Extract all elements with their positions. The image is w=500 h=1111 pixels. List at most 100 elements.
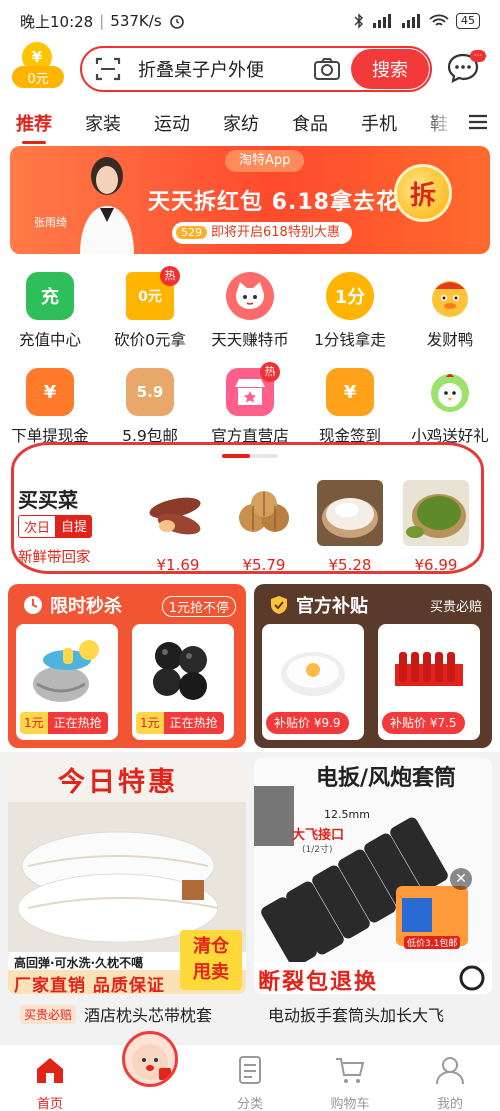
cashout-icon: ¥ xyxy=(26,368,74,416)
battery-indicator: 45 xyxy=(456,13,480,29)
store-icon: 热 xyxy=(226,362,280,416)
status-bar: 晚上10:28 | 537K/s 45 xyxy=(0,0,500,42)
flash-sale-item[interactable]: 1元 正在热抢 xyxy=(132,624,234,740)
menu-icon[interactable] xyxy=(466,110,490,134)
banner-area: 淘特App 张雨绮 天天拆红包 6.18拿去花 529 即将开启618特别大惠 拆 xyxy=(0,146,500,256)
camera-icon[interactable] xyxy=(313,57,341,81)
alarm-icon xyxy=(169,15,184,29)
red-packet-button[interactable]: 拆 xyxy=(394,164,452,222)
grid-item-free-shipping[interactable]: 5.9 5.9包邮 xyxy=(100,356,200,446)
tab-phone[interactable]: 手机 xyxy=(361,110,397,136)
coin-balance: 0元 xyxy=(12,66,64,88)
search-button[interactable]: 搜索 xyxy=(351,49,429,89)
annotation-circle xyxy=(11,442,484,574)
hot-badge: 热 xyxy=(260,362,280,382)
subsidy-badge: 补贴价 ¥7.5 xyxy=(382,712,465,734)
grid-item-recharge[interactable]: 充 充值中心 xyxy=(0,260,100,350)
nav-home[interactable]: 首页 xyxy=(10,1055,90,1111)
bluetooth-icon xyxy=(354,13,363,29)
promo-cards: 限时秒杀 1元抢不停 1元 正在热抢 1元 正在热抢 官方补贴 买贵必赔 补贴价 ¥… xyxy=(0,582,500,752)
banner-subline: 529 即将开启618特别大惠 xyxy=(172,222,352,244)
bottom-nav: 首页 分类 购物车 我的 xyxy=(0,1031,500,1111)
search-header: ¥ 0元 折叠桌子户外便 搜索 ··· xyxy=(0,42,500,100)
subsidy-badge: 补贴价 ¥9.9 xyxy=(266,712,349,734)
flash-sale-subtitle: 1元抢不停 xyxy=(161,596,236,617)
banner-app-tag: 淘特App xyxy=(225,150,305,172)
steel-wool-image xyxy=(153,642,207,700)
product-feed: 今日特惠 高回弹·可水洗·久枕不噶 厂家直销 品质保证 清仓 甩卖 电扳/风炮套筒… xyxy=(0,752,500,1044)
product-title-socket[interactable]: 电动扳手套筒头加长大飞 xyxy=(268,1002,444,1026)
product-card-socket[interactable]: 电扳/风炮套筒 12.5mm 大飞接口 (1/2寸) 低价3.1包邮 ✕ 断裂包… xyxy=(254,758,492,994)
recharge-icon: 充 xyxy=(26,272,74,320)
ad-label: 低价3.1包邮 xyxy=(404,936,461,949)
tab-sports[interactable]: 运动 xyxy=(154,110,190,136)
socket-spec: 大飞接口 xyxy=(292,828,345,843)
grid-label: 砍价0元拿 xyxy=(114,331,186,349)
product-title-pillow[interactable]: 买贵必赔 酒店枕头芯带枕套 xyxy=(20,1002,212,1026)
baby-avatar-icon xyxy=(132,1044,171,1080)
tab-textile[interactable]: 家纺 xyxy=(223,110,259,136)
search-input[interactable]: 折叠桌子户外便 xyxy=(138,56,313,82)
tab-food[interactable]: 食品 xyxy=(292,110,328,136)
pillow-caption-2: 厂家直销 品质保证 xyxy=(14,976,165,994)
bargain-icon: 0元热 xyxy=(126,266,180,320)
grid-item-bargain[interactable]: 0元热 砍价0元拿 xyxy=(100,260,200,350)
promo-banner[interactable]: 淘特App 张雨绮 天天拆红包 6.18拿去花 529 即将开启618特别大惠 拆 xyxy=(10,146,490,254)
grid-item-fortune-duck[interactable]: 发财鸭 xyxy=(400,260,500,350)
product-card-pillow[interactable]: 今日特惠 高回弹·可水洗·久枕不噶 厂家直销 品质保证 清仓 甩卖 xyxy=(8,758,246,994)
scan-icon[interactable] xyxy=(94,55,122,83)
flash-sale-card[interactable]: 限时秒杀 1元抢不停 1元 正在热抢 1元 正在热抢 xyxy=(8,584,246,748)
subsidy-item[interactable]: 补贴价 ¥9.9 xyxy=(262,624,364,740)
grid-item-chicken-gift[interactable]: 小鸡送好礼 xyxy=(400,356,500,446)
nav-category[interactable]: 分类 xyxy=(210,1055,290,1111)
celebrity-image xyxy=(80,157,134,254)
message-button[interactable]: ··· xyxy=(446,50,486,86)
nav-home-label: 首页 xyxy=(36,1097,63,1111)
home-icon xyxy=(37,1058,63,1083)
signal-icon-2 xyxy=(402,14,420,28)
grid-item-cash-signin[interactable]: ¥ 现金签到 xyxy=(300,356,400,446)
close-ad-button[interactable]: ✕ xyxy=(450,868,472,890)
flash-sale-badge: 1元 正在热抢 xyxy=(20,712,108,734)
flash-sale-title: 限时秒杀 xyxy=(22,592,122,618)
flash-sale-item[interactable]: 1元 正在热抢 xyxy=(16,624,118,740)
grid-item-official-store[interactable]: 热 官方直营店 xyxy=(200,356,300,446)
free-shipping-icon: 5.9 xyxy=(126,368,174,416)
nav-cart-label: 购物车 xyxy=(330,1097,370,1111)
subsidy-card[interactable]: 官方补贴 买贵必赔 补贴价 ¥9.9 补贴价 ¥7.5 xyxy=(254,584,492,748)
clock-icon xyxy=(24,596,42,614)
price-guarantee-badge: 买贵必赔 xyxy=(20,1005,77,1024)
search-bar[interactable]: 折叠桌子户外便 搜索 xyxy=(80,46,432,92)
nav-profile[interactable]: 我的 xyxy=(410,1055,490,1111)
banner-headline: 天天拆红包 6.18拿去花 xyxy=(148,190,399,215)
celebrity-name: 张雨绮 xyxy=(34,216,67,229)
nav-cart[interactable]: 购物车 xyxy=(310,1055,390,1111)
coin-entry[interactable]: ¥ 0元 xyxy=(8,42,68,94)
grocery-section[interactable]: 买买菜 次日 自提 新鲜带回家 ¥1.69 ¥5.79 ¥5.28 ¥6.99 xyxy=(0,442,500,582)
grid-item-earn-coins[interactable]: 天天赚特币 xyxy=(200,260,300,350)
cola-bottles-image xyxy=(395,652,463,686)
grid-label: 天天赚特币 xyxy=(211,331,289,349)
notification-dot: ··· xyxy=(470,50,486,62)
chicken-icon xyxy=(426,368,474,416)
subsidy-title: 官方补贴 xyxy=(268,592,368,618)
grid-label: 充值中心 xyxy=(18,331,81,349)
rice-bowl-image xyxy=(281,652,345,696)
flash-sale-badge: 1元 正在热抢 xyxy=(136,712,224,734)
grid-item-one-cent[interactable]: 1分 1分钱拿走 xyxy=(300,260,400,350)
status-time: 晚上10:28 xyxy=(20,12,94,31)
category-icon xyxy=(239,1056,261,1084)
cart-icon xyxy=(336,1058,365,1083)
socket-banner-text: 电扳/风炮套筒 xyxy=(316,766,457,791)
nav-category-label: 分类 xyxy=(236,1097,263,1111)
banner-subtext: 即将开启618特别大惠 xyxy=(211,225,340,240)
wifi-icon xyxy=(429,14,449,26)
cat-icon xyxy=(226,272,274,320)
calendar-icon: ¥ xyxy=(326,368,374,416)
tab-recommend[interactable]: 推荐 xyxy=(16,110,52,144)
grid-item-cashout[interactable]: ¥ 下单提现金 xyxy=(0,356,100,446)
tab-home[interactable]: 家装 xyxy=(85,110,121,136)
center-avatar-button[interactable] xyxy=(122,1031,178,1087)
scrubber-image xyxy=(33,640,99,702)
subsidy-item[interactable]: 补贴价 ¥7.5 xyxy=(378,624,480,740)
